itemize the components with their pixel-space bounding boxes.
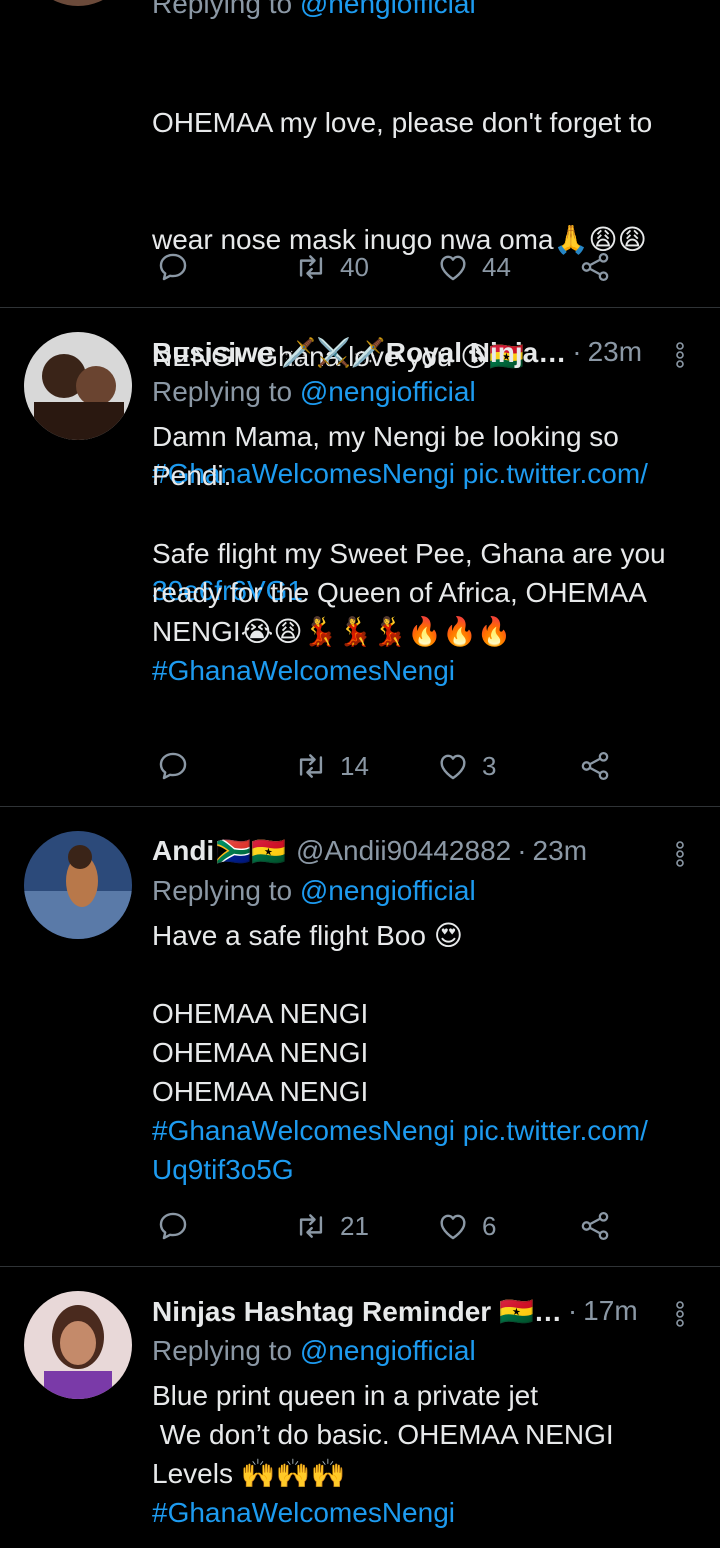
mention-link[interactable]: @nengiofficial (300, 875, 476, 906)
retweet-count: 14 (340, 750, 369, 781)
replying-to-line: Replying to @nengiofficial (152, 372, 696, 411)
replying-to-label: Replying to (152, 0, 300, 19)
tweet-text: Have a safe flight Boo 😍 OHEMAA NENGI OH… (152, 920, 463, 1107)
tweet-header: Busisiwe 🗡️⚔️🗡️Royal Ninja… · 23m (152, 332, 696, 372)
like-count: 44 (482, 251, 511, 282)
like-button[interactable]: 44 (436, 247, 511, 287)
separator: · (572, 336, 582, 367)
reply-button[interactable] (156, 247, 190, 287)
tweet-text: Damn Mama, my Nengi be looking so Pendi.… (152, 421, 666, 647)
replying-to-line: Replying to @nengiofficial (152, 871, 696, 910)
replying-to-line: Replying to @nengiofficial (152, 1331, 696, 1370)
retweet-count: 21 (340, 1210, 369, 1241)
like-count: 3 (482, 750, 497, 781)
retweet-icon (294, 250, 328, 284)
display-name[interactable]: Ninjas Hashtag Reminder 🇬🇭… (152, 1295, 562, 1328)
reply-button[interactable] (156, 746, 190, 786)
retweet-button[interactable]: 40 (294, 247, 369, 287)
reply-button[interactable] (156, 1206, 190, 1246)
like-button[interactable]: 3 (436, 746, 496, 786)
display-name[interactable]: Busisiwe 🗡️⚔️🗡️Royal Ninja… (152, 336, 566, 369)
tweet[interactable]: Replying to @nengiofficial OHEMAA my lov… (0, 0, 720, 606)
flag-emojis: 🇿🇦🇬🇭 (216, 835, 286, 867)
avatar[interactable] (24, 1291, 132, 1399)
timestamp[interactable]: 17m (583, 1295, 637, 1327)
avatar[interactable] (24, 0, 132, 6)
replying-to-label: Replying to (152, 376, 300, 407)
tweet[interactable]: Andi 🇿🇦🇬🇭 @Andii90442882 · 23m Replying … (0, 807, 720, 1267)
share-button[interactable] (578, 247, 612, 287)
reply-icon (156, 250, 190, 284)
pic-link[interactable]: Uq9tif3o5G (152, 1150, 696, 1189)
mention-link[interactable]: @nengiofficial (300, 0, 476, 19)
more-options-icon[interactable] (668, 340, 692, 370)
username[interactable]: @Andii90442882 (296, 835, 511, 867)
reply-icon (156, 749, 190, 783)
tweet-header: Andi 🇿🇦🇬🇭 @Andii90442882 · 23m (152, 831, 696, 871)
reply-icon (156, 1209, 190, 1243)
timestamp[interactable]: 23m (588, 336, 642, 368)
more-options-icon[interactable] (668, 1299, 692, 1329)
like-icon (436, 250, 470, 284)
share-icon (578, 749, 612, 783)
avatar[interactable] (24, 332, 132, 440)
display-name[interactable]: Andi (152, 835, 214, 867)
replying-to-label: Replying to (152, 875, 300, 906)
timestamp[interactable]: 23m (533, 835, 587, 867)
action-bar: 21 6 (152, 1206, 622, 1246)
share-icon (578, 250, 612, 284)
replying-to-label: Replying to (152, 1335, 300, 1366)
retweet-icon (294, 749, 328, 783)
separator: · (567, 1295, 578, 1326)
avatar[interactable] (24, 831, 132, 939)
tweet[interactable]: Ninjas Hashtag Reminder 🇬🇭… · 17m Replyi… (0, 1267, 720, 1548)
replying-to-line: Replying to @nengiofficial (152, 0, 696, 23)
retweet-button[interactable]: 14 (294, 746, 369, 786)
like-count: 6 (482, 1210, 497, 1241)
separator: · (517, 835, 527, 866)
more-options-icon[interactable] (668, 839, 692, 869)
like-button[interactable]: 6 (436, 1206, 496, 1246)
share-button[interactable] (578, 746, 612, 786)
share-button[interactable] (578, 1206, 612, 1246)
retweet-count: 40 (340, 251, 369, 282)
retweet-button[interactable]: 21 (294, 1206, 369, 1246)
like-icon (436, 749, 470, 783)
mention-link[interactable]: @nengiofficial (300, 1335, 476, 1366)
hashtag-link[interactable]: #GhanaWelcomesNengi pic.twitter.com/ (152, 1111, 696, 1150)
hashtag-link[interactable]: #GhanaWelcomesNengi (152, 1493, 696, 1532)
like-icon (436, 1209, 470, 1243)
tweet[interactable]: Busisiwe 🗡️⚔️🗡️Royal Ninja… · 23m Replyi… (0, 308, 720, 807)
retweet-icon (294, 1209, 328, 1243)
tweet-header: Ninjas Hashtag Reminder 🇬🇭… · 17m (152, 1291, 696, 1331)
action-bar: 40 44 (152, 247, 622, 287)
mention-link[interactable]: @nengiofficial (300, 376, 476, 407)
tweet-text: Blue print queen in a private jet We don… (152, 1380, 614, 1489)
share-icon (578, 1209, 612, 1243)
tweet-text-line: OHEMAA my love, please don't forget to (152, 107, 653, 138)
hashtag-link[interactable]: #GhanaWelcomesNengi (152, 651, 696, 690)
action-bar: 14 3 (152, 746, 622, 786)
